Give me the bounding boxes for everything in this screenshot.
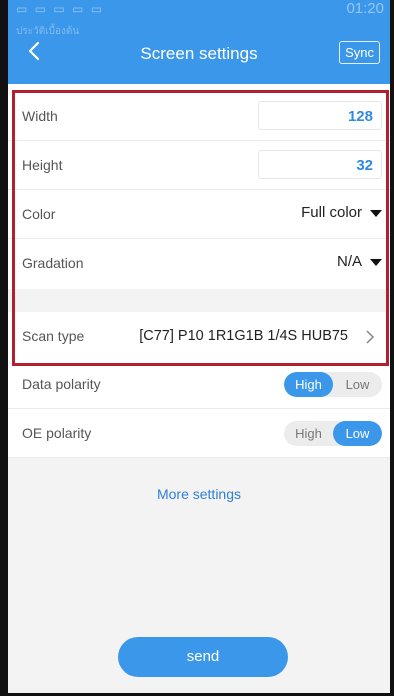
gradation-value: N/A [336,253,362,270]
scan-type-value[interactable]: [C77] P10 1R1G1B 1/4S HUB75 [139,328,348,344]
chevron-right-icon[interactable] [362,329,378,345]
scan-type-label: Scan type [22,328,85,344]
width-row: Width 128 [8,92,390,141]
notification-text: ประวัติเบื้องต้น [16,26,80,37]
height-row: Height 32 [8,141,390,190]
data-polarity-toggle[interactable]: High Low [284,372,382,397]
page-title: Screen settings [140,44,258,63]
oe-polarity-toggle[interactable]: High Low [284,421,382,446]
status-bar: ▭ ▭ ▭ ▭ ▭ 01:20 [8,0,390,22]
height-label: Height [22,157,63,173]
app-header: ประวัติเบื้องต้น Screen settings Sync [8,22,390,84]
gradation-label: Gradation [22,255,84,271]
more-settings-link[interactable]: More settings [8,486,390,502]
color-row[interactable]: Color Full color [8,190,390,239]
status-icons: ▭ ▭ ▭ ▭ ▭ [16,2,105,16]
color-value: Full color [301,204,362,221]
data-polarity-low-option[interactable]: Low [333,372,382,397]
oe-polarity-label: OE polarity [22,425,92,441]
gradation-row[interactable]: Gradation N/A [8,239,390,288]
color-label: Color [22,206,56,222]
dropdown-triangle-icon [370,258,382,266]
settings-content: Width 128 Height 32 Color Full color Gra… [8,84,390,693]
oe-polarity-low-option[interactable]: Low [333,421,382,446]
height-input[interactable]: 32 [258,150,382,179]
status-clock: 01:20 [346,0,384,17]
width-input[interactable]: 128 [258,101,382,130]
oe-polarity-high-option[interactable]: High [284,421,333,446]
data-polarity-high-option[interactable]: High [284,372,333,397]
polarity-group: Data polarity High Low OE polarity High … [8,360,390,458]
data-polarity-label: Data polarity [22,376,101,392]
gradation-select[interactable]: N/A [337,253,382,270]
send-button[interactable]: send [118,637,288,677]
sync-button[interactable]: Sync [339,41,380,64]
oe-polarity-row: OE polarity High Low [8,409,390,458]
data-polarity-row: Data polarity High Low [8,360,390,409]
color-select[interactable]: Full color [301,204,382,221]
settings-group-main: Width 128 Height 32 Color Full color Gra… [8,84,390,289]
width-label: Width [22,108,58,124]
scan-type-row[interactable]: Scan type [C77] P10 1R1G1B 1/4S HUB75 [8,312,390,360]
dropdown-triangle-icon [370,209,382,217]
